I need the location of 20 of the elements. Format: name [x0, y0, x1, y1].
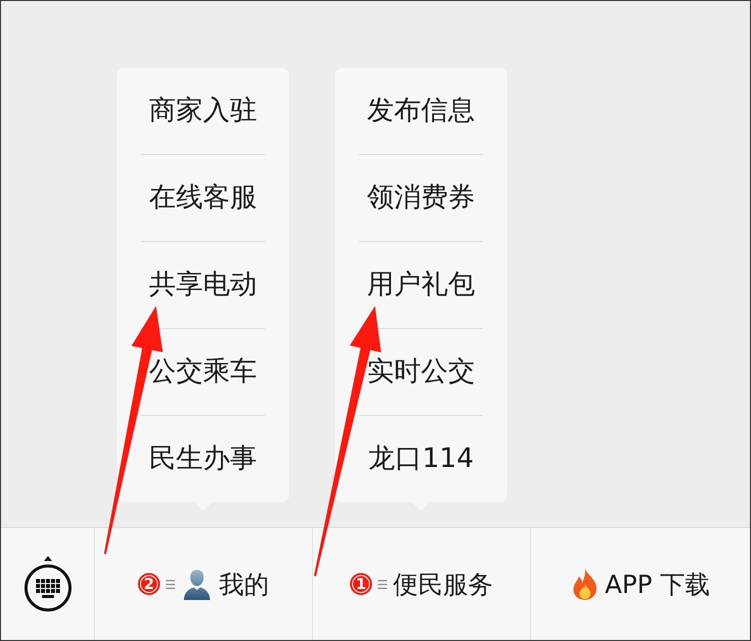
annotation-number: 2	[138, 573, 160, 595]
menu-item[interactable]: 共享电动	[149, 270, 257, 300]
menu-label[interactable]: APP 下载	[604, 568, 710, 600]
menu-item[interactable]: 龙口114	[368, 444, 474, 474]
menu-item[interactable]: 用户礼包	[367, 270, 475, 300]
menu-item[interactable]: 发布信息	[367, 96, 475, 126]
menu-item[interactable]: 公交乘车	[149, 357, 257, 387]
menu-icon	[166, 578, 175, 590]
menu-icon	[378, 578, 387, 590]
keyboard-icon[interactable]	[24, 555, 72, 613]
menu-item[interactable]: 在线客服	[149, 183, 257, 213]
menu-item[interactable]: 商家入驻	[149, 96, 257, 126]
annotation-number: 1	[350, 573, 372, 595]
menu-item[interactable]: 领消费券	[367, 183, 475, 213]
menu-item[interactable]: 民生办事	[149, 444, 257, 474]
menu-label[interactable]: 我的	[219, 568, 269, 600]
person-icon	[181, 568, 213, 600]
menu-label[interactable]: 便民服务	[393, 568, 493, 600]
fire-icon	[570, 567, 599, 601]
menu-item[interactable]: 实时公交	[367, 357, 475, 387]
